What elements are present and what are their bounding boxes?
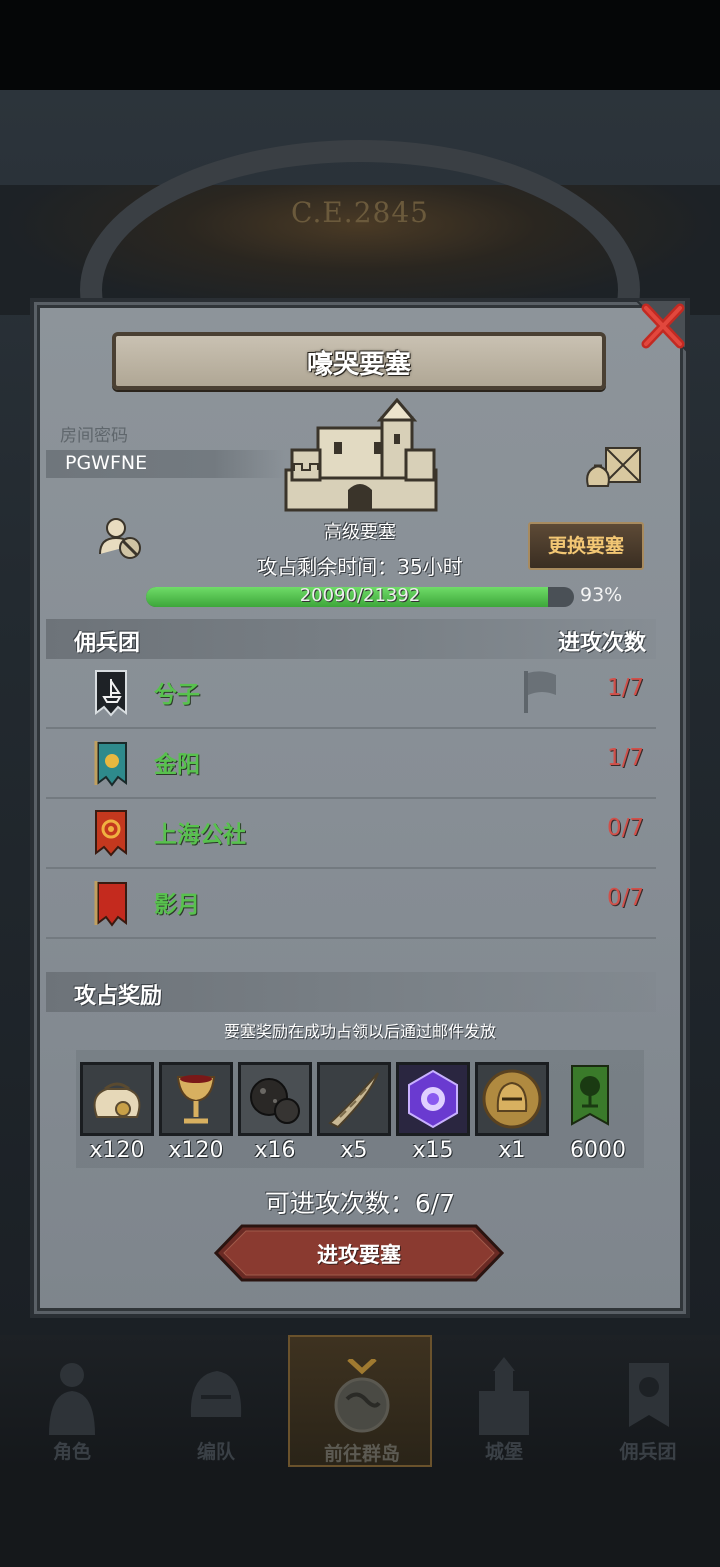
ship-banner-icon bbox=[95, 670, 127, 717]
mercenary-row[interactable]: 金阳 1/7 bbox=[46, 729, 656, 799]
flag-icon bbox=[524, 671, 556, 713]
fortress-level-label: 高级要塞 bbox=[324, 522, 396, 543]
system-nav-bar bbox=[0, 1467, 720, 1567]
supply-crate-icon[interactable] bbox=[582, 440, 644, 490]
nav-item-formation[interactable]: 编队 bbox=[144, 1335, 288, 1467]
attack-count: 0/7 bbox=[606, 815, 644, 841]
reward-item[interactable] bbox=[238, 1062, 312, 1136]
ore-icon bbox=[241, 1065, 309, 1133]
globe-icon bbox=[334, 1359, 390, 1433]
nav-label: 佣兵团 bbox=[619, 1441, 677, 1463]
moon-banner-icon bbox=[94, 881, 127, 927]
title-plate: 嚎哭要塞 bbox=[112, 332, 606, 390]
mercenary-name: 上海公社 bbox=[154, 822, 246, 848]
reward-item[interactable] bbox=[556, 1062, 630, 1136]
reward-count: x15 bbox=[412, 1138, 454, 1163]
reward-note: 要塞奖励在成功占领以后通过邮件发放 bbox=[223, 1022, 496, 1041]
fortress-castle-icon bbox=[284, 398, 438, 512]
knight-icon bbox=[49, 1363, 95, 1435]
goblet-icon bbox=[162, 1065, 230, 1133]
attack-count: 1/7 bbox=[606, 745, 644, 771]
capture-progress-text: 20090/21392 bbox=[299, 585, 421, 606]
mercenary-row[interactable]: 兮子 1/7 bbox=[46, 659, 656, 729]
reward-header: 攻占奖励 bbox=[74, 984, 163, 1009]
reward-count: x16 bbox=[254, 1138, 296, 1163]
helmet-icon bbox=[190, 1371, 242, 1417]
reward-item[interactable] bbox=[396, 1062, 470, 1136]
dialog-title: 嚎哭要塞 bbox=[306, 350, 411, 380]
gear-banner-icon bbox=[95, 810, 127, 857]
nav-label: 城堡 bbox=[484, 1441, 523, 1463]
reward-item[interactable] bbox=[475, 1062, 549, 1136]
attack-count: 0/7 bbox=[606, 885, 644, 911]
capture-progress-percent: 93% bbox=[580, 584, 623, 606]
close-icon[interactable] bbox=[632, 296, 690, 354]
nav-item-character[interactable]: 角色 bbox=[0, 1335, 144, 1467]
horn-icon bbox=[320, 1065, 388, 1133]
nav-item-mercenaries[interactable]: 佣兵团 bbox=[576, 1335, 720, 1467]
reward-count: x120 bbox=[89, 1138, 145, 1163]
attack-fortress-label[interactable]: 进攻要塞 bbox=[214, 1239, 504, 1269]
coin-sack-icon bbox=[83, 1065, 151, 1133]
year-label: C.E.2845 bbox=[291, 196, 429, 229]
reward-count: x120 bbox=[168, 1138, 224, 1163]
knight-helmet-icon bbox=[478, 1065, 546, 1133]
reward-item[interactable] bbox=[159, 1062, 233, 1136]
attack-count: 1/7 bbox=[606, 675, 644, 701]
time-remaining: 攻占剩余时间：35小时 bbox=[257, 555, 463, 579]
nav-label: 编队 bbox=[196, 1441, 235, 1463]
reward-count: x1 bbox=[498, 1138, 526, 1163]
nav-item-islands[interactable]: 前往群岛 bbox=[288, 1335, 432, 1467]
mercenary-name: 金阳 bbox=[154, 752, 200, 778]
castle-icon bbox=[479, 1357, 529, 1435]
status-bar bbox=[0, 0, 720, 90]
attacks-header: 进攻次数 bbox=[557, 631, 646, 656]
sun-banner-icon bbox=[94, 741, 127, 787]
room-code-label: 房间密码 bbox=[60, 426, 128, 446]
reward-item[interactable] bbox=[80, 1062, 154, 1136]
nav-item-castle[interactable]: 城堡 bbox=[432, 1335, 576, 1467]
room-code-value[interactable]: PGWFNE bbox=[65, 452, 147, 474]
mercenary-header: 佣兵团 bbox=[74, 631, 141, 656]
user-block-icon[interactable] bbox=[96, 514, 144, 562]
nav-label: 角色 bbox=[52, 1441, 91, 1463]
mercenary-name: 影月 bbox=[154, 892, 200, 918]
change-fortress-button[interactable]: 更换要塞 bbox=[528, 522, 644, 570]
reward-count: 6000 bbox=[570, 1138, 626, 1163]
rune-gem-icon bbox=[399, 1065, 467, 1133]
attempts-remaining: 可进攻次数：6/7 bbox=[264, 1189, 456, 1218]
reward-count: x5 bbox=[340, 1138, 368, 1163]
nav-label: 前往群岛 bbox=[323, 1443, 400, 1465]
mercenary-row[interactable]: 上海公社 0/7 bbox=[46, 799, 656, 869]
reward-item[interactable] bbox=[317, 1062, 391, 1136]
mercenary-name: 兮子 bbox=[154, 682, 200, 708]
mercenary-row[interactable]: 影月 0/7 bbox=[46, 869, 656, 939]
mercenary-icon bbox=[629, 1363, 669, 1427]
tree-banner-icon bbox=[571, 1065, 609, 1126]
